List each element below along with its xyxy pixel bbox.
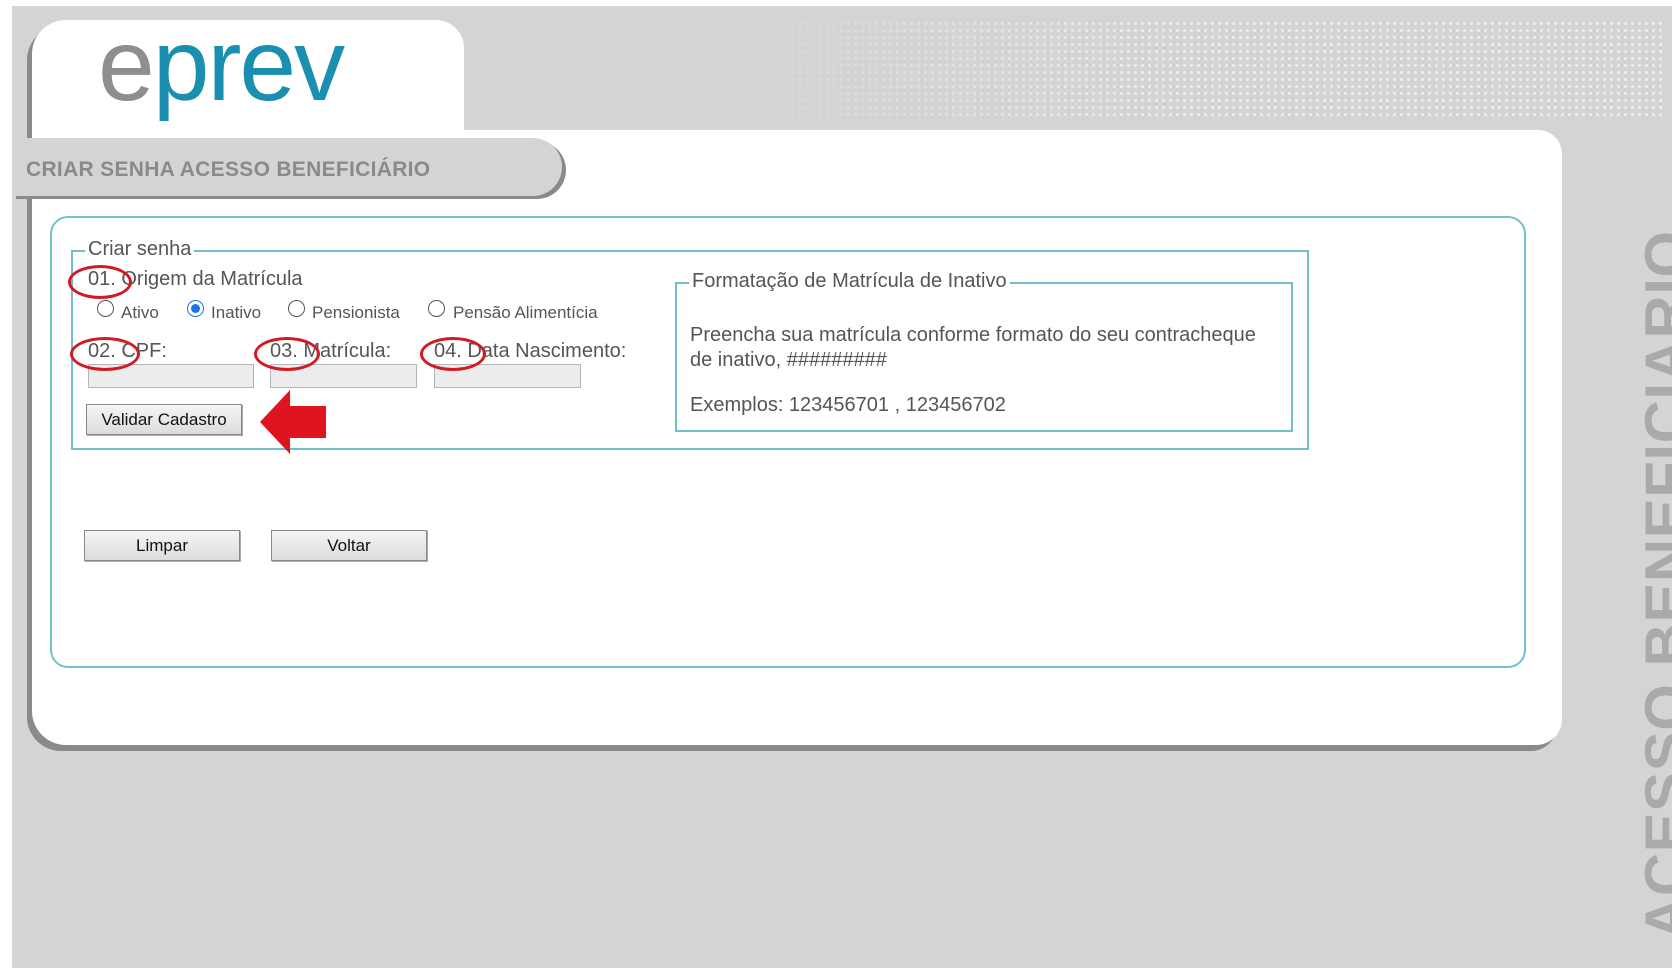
radio-ativo[interactable]	[97, 300, 114, 317]
annotation-circle-02	[70, 337, 140, 371]
side-title: ACESSO BENEFICIARIO	[1633, 230, 1672, 940]
radio-pensionista-label[interactable]: Pensionista	[312, 303, 400, 323]
radio-inativo[interactable]	[187, 300, 204, 317]
annotation-circle-01	[68, 265, 132, 299]
radio-pensionista[interactable]	[288, 300, 305, 317]
info-text-line2: de inativo, #########	[690, 349, 887, 371]
form-container: Criar senha 01. Origem da Matrícula Ativ…	[50, 216, 1526, 668]
annotation-circle-03	[254, 337, 320, 371]
annotation-circle-04	[420, 337, 486, 371]
eprev-logo: eprev	[98, 8, 345, 122]
voltar-button[interactable]: Voltar	[271, 530, 427, 561]
dot-pattern-decoration	[775, 20, 1665, 120]
info-fieldset: Formatação de Matrícula de Inativo Preen…	[675, 270, 1293, 432]
radio-inativo-label[interactable]: Inativo	[211, 303, 261, 323]
info-examples: Exemplos: 123456701 , 123456702	[690, 394, 1006, 416]
criar-senha-legend: Criar senha	[85, 238, 195, 261]
logo-tab: eprev	[32, 14, 464, 138]
page-title: CRIAR SENHA ACESSO BENEFICIÁRIO	[26, 158, 431, 181]
radio-pensao-alimenticia[interactable]	[428, 300, 445, 317]
radio-pensao-alimenticia-label[interactable]: Pensão Alimentícia	[453, 303, 598, 323]
info-text-line1: Preencha sua matrícula conforme formato …	[690, 324, 1256, 346]
validar-cadastro-button[interactable]: Validar Cadastro	[86, 404, 242, 435]
annotation-arrow-icon	[260, 390, 326, 454]
criar-senha-fieldset: Criar senha 01. Origem da Matrícula Ativ…	[68, 238, 1309, 454]
radio-ativo-label[interactable]: Ativo	[121, 303, 159, 323]
info-legend: Formatação de Matrícula de Inativo	[689, 270, 1010, 293]
limpar-button[interactable]: Limpar	[84, 530, 240, 561]
